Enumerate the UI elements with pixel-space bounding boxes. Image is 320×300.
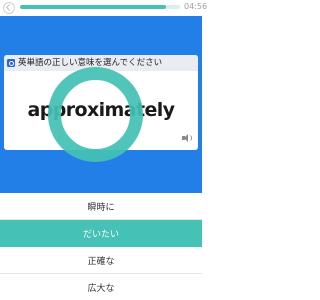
answer-option[interactable]: 広大な <box>0 274 202 300</box>
back-icon[interactable] <box>3 2 15 14</box>
correct-answer-ring <box>48 67 143 162</box>
answer-options: 瞬時に だいたい 正確な 広大な <box>0 193 202 300</box>
quiz-icon <box>7 59 15 67</box>
answer-option[interactable]: 正確な <box>0 247 202 274</box>
answer-option[interactable]: だいたい <box>0 220 202 247</box>
top-bar: 04:56 <box>0 0 207 16</box>
answer-option[interactable]: 瞬時に <box>0 193 202 220</box>
progress-bar <box>20 5 180 9</box>
timer: 04:56 <box>184 2 208 11</box>
progress-fill <box>20 5 166 9</box>
speaker-icon[interactable] <box>182 133 194 143</box>
